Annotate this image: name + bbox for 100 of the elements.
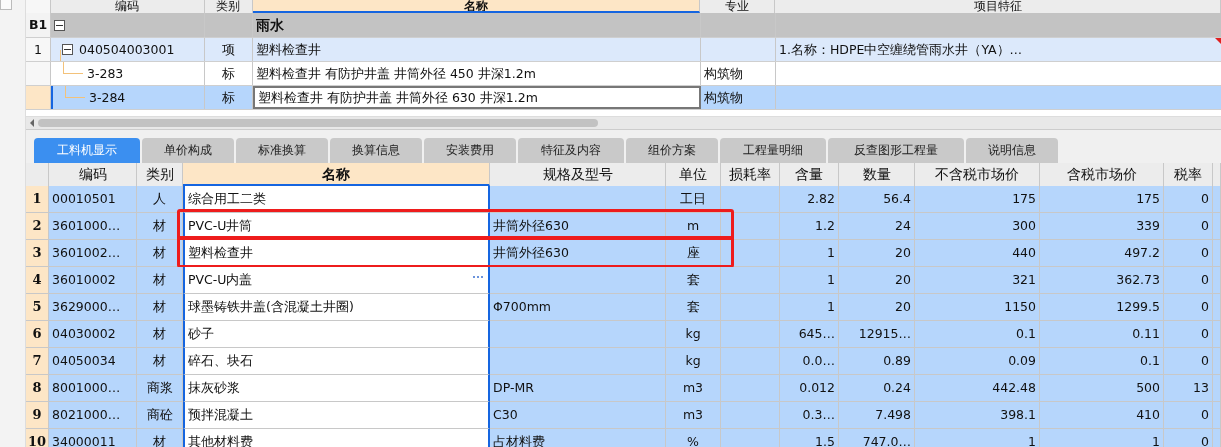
row-header[interactable]: 4 bbox=[26, 267, 49, 294]
table-cell: 抹灰砂浆 bbox=[183, 375, 490, 402]
table-cell: 塑料检查井 bbox=[253, 38, 701, 61]
table-cell: 人 bbox=[137, 186, 183, 213]
tab[interactable]: 组价方案 bbox=[626, 138, 718, 163]
column-header[interactable]: 专业 bbox=[700, 0, 776, 13]
column-header[interactable]: 税率 bbox=[1164, 163, 1213, 186]
table-cell: 材 bbox=[137, 348, 183, 375]
table-cell: 商砼 bbox=[137, 402, 183, 429]
table-cell: 0 bbox=[1164, 321, 1213, 348]
table-cell: 339 bbox=[1040, 213, 1164, 240]
table-cell: 1299.5 bbox=[1040, 294, 1164, 321]
table-cell: 3629000… bbox=[49, 294, 137, 321]
tab[interactable]: 安装费用 bbox=[424, 138, 516, 163]
row-header[interactable]: 8 bbox=[26, 375, 49, 402]
tab[interactable]: 单价构成 bbox=[142, 138, 234, 163]
table-cell: 1 bbox=[915, 429, 1040, 447]
table-cell: 砂子 bbox=[183, 321, 490, 348]
column-header[interactable]: 数量 bbox=[839, 163, 915, 186]
column-header[interactable]: 名称 bbox=[252, 0, 701, 13]
table-cell: 410 bbox=[1040, 402, 1164, 429]
column-header[interactable]: 含税市场价 bbox=[1040, 163, 1164, 186]
table-cell: m3 bbox=[666, 375, 721, 402]
table-cell: 175 bbox=[1040, 186, 1164, 213]
table-cell: 0 bbox=[1164, 294, 1213, 321]
table-cell: 362.73 bbox=[1040, 267, 1164, 294]
table-cell: 3601000… bbox=[49, 213, 137, 240]
table-cell: 综合用工二类 bbox=[183, 186, 490, 213]
collapse-icon[interactable] bbox=[62, 44, 73, 55]
collapse-icon[interactable] bbox=[54, 19, 65, 31]
table-cell: 442.48 bbox=[915, 375, 1040, 402]
row-header[interactable]: 7 bbox=[26, 348, 49, 375]
tab[interactable]: 工程量明细 bbox=[720, 138, 826, 163]
table-cell: 材 bbox=[137, 213, 183, 240]
table-cell: 3601002… bbox=[49, 240, 137, 267]
table-cell: 7.498 bbox=[839, 402, 915, 429]
table-cell: 0.89 bbox=[839, 348, 915, 375]
table-cell: 材 bbox=[137, 429, 183, 447]
horizontal-scrollbar[interactable] bbox=[26, 117, 1221, 129]
table-cell: 1150 bbox=[915, 294, 1040, 321]
table-cell: 24 bbox=[839, 213, 915, 240]
table-cell: 标 bbox=[205, 86, 253, 109]
table-cell: 材 bbox=[137, 294, 183, 321]
column-header[interactable]: 类别 bbox=[137, 163, 183, 186]
row-header[interactable]: 1 bbox=[26, 38, 51, 61]
table-cell: 13 bbox=[1164, 375, 1213, 402]
column-header[interactable]: 损耗率 bbox=[721, 163, 780, 186]
column-header[interactable]: 项目特征 bbox=[775, 0, 1221, 13]
table-cell: 套 bbox=[666, 267, 721, 294]
row-header[interactable]: 2 bbox=[26, 213, 49, 240]
row-header[interactable]: 3 bbox=[26, 240, 49, 267]
table-cell: 构筑物 bbox=[701, 86, 776, 109]
tab[interactable]: 标准换算 bbox=[236, 138, 328, 163]
table-cell: 球墨铸铁井盖(含混凝土井圈) bbox=[183, 294, 490, 321]
table-cell: 8021000… bbox=[49, 402, 137, 429]
table-cell: 0.0… bbox=[780, 348, 839, 375]
tab[interactable]: 特征及内容 bbox=[518, 138, 624, 163]
column-header[interactable]: 类别 bbox=[204, 0, 253, 13]
column-header[interactable]: 单位 bbox=[666, 163, 721, 186]
row-header[interactable]: 6 bbox=[26, 321, 49, 348]
column-header[interactable]: 不含税市场价 bbox=[915, 163, 1040, 186]
table-cell: 175 bbox=[915, 186, 1040, 213]
tree-line bbox=[63, 62, 83, 74]
table-cell: 材 bbox=[137, 267, 183, 294]
table-cell: 0.3… bbox=[780, 402, 839, 429]
row-header[interactable] bbox=[26, 62, 51, 85]
column-header[interactable]: 规格及型号 bbox=[490, 163, 666, 186]
row-header[interactable]: B1 bbox=[26, 13, 51, 37]
table-cell: 0 bbox=[1164, 240, 1213, 267]
table-cell: 碎石、块石 bbox=[183, 348, 490, 375]
table-cell: 占材料费 bbox=[490, 429, 666, 447]
column-header[interactable]: 含量 bbox=[780, 163, 839, 186]
column-header[interactable]: 编码 bbox=[51, 0, 205, 13]
row-header[interactable]: 9 bbox=[26, 402, 49, 429]
row-header[interactable]: 5 bbox=[26, 294, 49, 321]
table-cell: 1.5 bbox=[780, 429, 839, 447]
table-cell: 36010002 bbox=[49, 267, 137, 294]
table-cell: 0.1 bbox=[1040, 348, 1164, 375]
comment-marker-icon bbox=[1215, 38, 1221, 44]
tab[interactable]: 反查图形工程量 bbox=[828, 138, 964, 163]
column-header[interactable]: 编码 bbox=[49, 163, 137, 186]
row-header[interactable]: 10 bbox=[26, 429, 49, 447]
table-cell: 747.0… bbox=[839, 429, 915, 447]
table-cell: 20 bbox=[839, 267, 915, 294]
tab[interactable]: 换算信息 bbox=[330, 138, 422, 163]
column-header[interactable]: 名称 bbox=[183, 163, 490, 186]
table-cell: C30 bbox=[490, 402, 666, 429]
code-text: 3-284 bbox=[89, 89, 126, 107]
table-cell: 塑料检查井 有防护井盖 井筒外径 450 井深1.2m bbox=[253, 62, 701, 85]
table-cell: 塑料检查井 有防护井盖 井筒外径 630 井深1.2m bbox=[253, 86, 701, 109]
table-cell: 工日 bbox=[666, 186, 721, 213]
more-icon[interactable] bbox=[472, 275, 484, 279]
table-cell: DP-MR bbox=[490, 375, 666, 402]
table-cell: m3 bbox=[666, 402, 721, 429]
table-cell: 321 bbox=[915, 267, 1040, 294]
tab[interactable]: 说明信息 bbox=[966, 138, 1058, 163]
table-cell: 商浆 bbox=[137, 375, 183, 402]
table-cell: 预拌混凝土 bbox=[183, 402, 490, 429]
table-cell: 1 bbox=[780, 240, 839, 267]
row-header[interactable]: 1 bbox=[26, 186, 49, 213]
